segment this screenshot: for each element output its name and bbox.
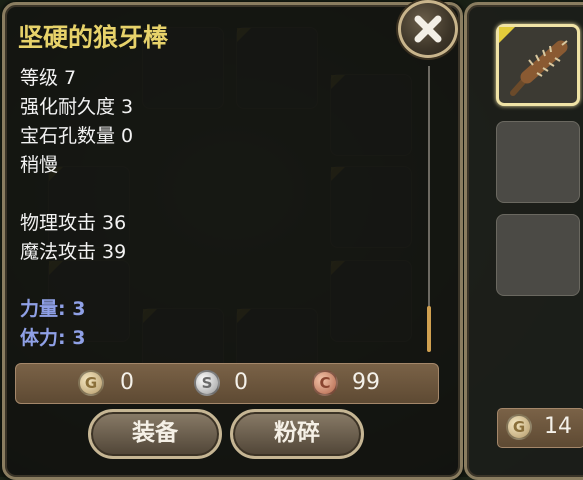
gold-coin-icon: G [78, 370, 104, 396]
gold-price-value: 0 [120, 370, 134, 395]
item-price-bar: G 0 S 0 C 99 [15, 363, 439, 404]
inventory-slot-selected[interactable] [496, 24, 580, 106]
item-speed: 稍慢 [20, 154, 59, 176]
copper-price-value: 99 [352, 370, 380, 395]
inventory-slot-empty[interactable] [496, 121, 580, 203]
item-gem-slots: 宝石孔数量 0 [20, 125, 134, 147]
close-x-icon [414, 15, 442, 43]
equip-button[interactable]: 装备 [88, 409, 222, 459]
gold-coin-icon: G [506, 414, 532, 440]
smash-button[interactable]: 粉碎 [230, 409, 364, 459]
player-money-value: 14 [544, 414, 572, 439]
item-magic-attack: 魔法攻击 39 [20, 241, 127, 263]
item-physical-attack: 物理攻击 36 [20, 212, 127, 234]
item-bonus-strength: 力量: 3 [20, 298, 86, 320]
silver-price-value: 0 [234, 370, 248, 395]
tooltip-scrollbar-thumb[interactable] [427, 306, 431, 352]
copper-coin-icon: C [312, 370, 338, 396]
silver-coin-icon: S [194, 370, 220, 396]
item-name: 坚硬的狼牙棒 [18, 23, 169, 52]
close-button[interactable] [398, 0, 458, 58]
player-money-display: G 14 [497, 408, 583, 448]
item-bonus-stamina: 体力: 3 [20, 327, 86, 349]
spiked-club-icon [510, 40, 568, 96]
item-durability: 强化耐久度 3 [20, 96, 134, 118]
item-level: 等级 7 [20, 67, 77, 89]
inventory-slot-empty[interactable] [496, 214, 580, 296]
